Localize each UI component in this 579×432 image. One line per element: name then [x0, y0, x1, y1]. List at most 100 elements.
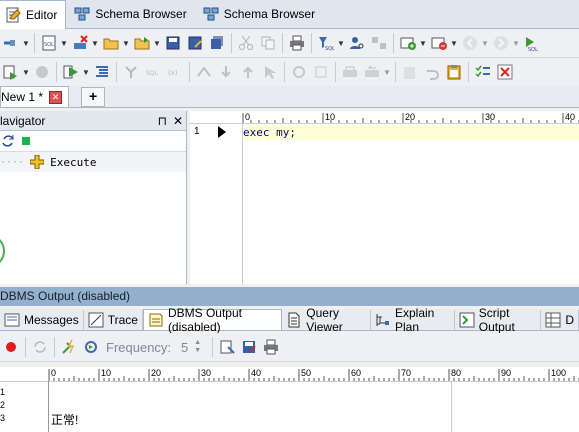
frequency-spinner[interactable]: ▲ ▼ — [194, 339, 201, 355]
tab-dbms-output[interactable]: DBMS Output (disabled) — [142, 306, 283, 334]
commit-button[interactable] — [339, 61, 361, 83]
copy-button[interactable] — [257, 32, 279, 54]
tab-messages[interactable]: Messages — [0, 309, 84, 330]
spinner-up-icon[interactable]: ▲ — [194, 339, 201, 347]
main-toolbar-2: ▼ ▼ SQL (x) ▼ — [0, 58, 579, 87]
close-icon[interactable]: ✕ — [173, 114, 183, 128]
execute-cross-icon — [30, 155, 45, 169]
rollback-button[interactable] — [361, 61, 383, 83]
chevron-down-icon[interactable]: ▼ — [450, 39, 458, 48]
tab-schema-browser-2[interactable]: Schema Browser — [195, 1, 323, 28]
clear-output-button[interactable] — [216, 336, 238, 358]
auto-poll-button[interactable] — [58, 336, 80, 358]
undo-button[interactable] — [421, 61, 443, 83]
execute-script-button[interactable] — [0, 61, 22, 83]
chevron-down-icon[interactable]: ▼ — [337, 39, 345, 48]
save-button[interactable] — [162, 32, 184, 54]
describe-button[interactable] — [120, 61, 142, 83]
save-output-button[interactable] — [238, 336, 260, 358]
clear-button[interactable] — [69, 32, 91, 54]
step-icon — [197, 66, 211, 77]
print-button[interactable] — [286, 32, 308, 54]
pin-icon[interactable]: ⊓ — [158, 114, 167, 128]
folder-open-icon — [134, 37, 150, 50]
paste-button[interactable] — [399, 61, 421, 83]
new-sql-button[interactable]: SQL — [38, 32, 60, 54]
new-tab-button[interactable]: + — [81, 86, 106, 107]
refresh-icon[interactable] — [0, 133, 16, 149]
bind-vars-button[interactable]: (x) — [164, 61, 186, 83]
chevron-down-icon[interactable]: ▼ — [122, 39, 130, 48]
code-line-1[interactable]: exec my; — [243, 125, 579, 140]
checklist-button[interactable] — [472, 61, 494, 83]
chevron-down-icon[interactable]: ▼ — [91, 39, 99, 48]
output-text: 正常! — [51, 413, 79, 427]
connect-button[interactable] — [0, 32, 22, 54]
watch-button[interactable] — [310, 61, 332, 83]
back-button[interactable] — [459, 32, 481, 54]
step-into-button[interactable] — [215, 61, 237, 83]
print-output-button[interactable] — [260, 336, 282, 358]
tab-editor[interactable]: Editor — [0, 0, 67, 29]
tab-messages-label: Messages — [24, 312, 79, 327]
sql-filter-button[interactable]: SQL — [315, 32, 337, 54]
chevron-down-icon[interactable]: ▼ — [60, 39, 68, 48]
navigator-item-execute[interactable]: ···· Execute — [0, 152, 186, 172]
spinner-down-icon[interactable]: ▼ — [194, 347, 201, 355]
step-out-button[interactable] — [237, 61, 259, 83]
green-square-icon[interactable] — [22, 137, 30, 145]
poll-interval-button[interactable] — [80, 336, 102, 358]
query-builder-button[interactable] — [368, 32, 390, 54]
tab-data-grid[interactable]: D — [541, 309, 579, 330]
close-panel-button[interactable] — [494, 61, 516, 83]
clear-output-icon — [220, 340, 235, 354]
sql-recall-button[interactable]: SQL — [142, 61, 164, 83]
remove-connection-button[interactable] — [428, 32, 450, 54]
tree-connector: ···· — [0, 156, 25, 168]
tab-script-output[interactable]: Script Output — [455, 306, 542, 334]
refresh-output-button[interactable] — [29, 336, 51, 358]
tab-new-1[interactable]: New 1 * ✕ — [0, 86, 70, 107]
floating-action-icon[interactable] — [0, 233, 6, 269]
breakpoint-button[interactable] — [288, 61, 310, 83]
run-to-cursor-button[interactable] — [259, 61, 281, 83]
forward-button[interactable] — [490, 32, 512, 54]
chevron-down-icon[interactable]: ▼ — [82, 68, 90, 77]
open-file-button[interactable] — [100, 32, 122, 54]
add-connection-button[interactable] — [397, 32, 419, 54]
execute-statement-button[interactable] — [60, 61, 82, 83]
open-recent-button[interactable] — [131, 32, 153, 54]
output-area[interactable]: 0 10 20 30 40 50 60 70 80 90 100 1 2 3 正常! — [0, 367, 579, 432]
user-lookup-button[interactable] — [346, 32, 368, 54]
step-over-button[interactable] — [193, 61, 215, 83]
stop-button[interactable] — [31, 61, 53, 83]
save-as-button[interactable] — [184, 32, 206, 54]
format-code-button[interactable] — [91, 61, 113, 83]
chevron-down-icon[interactable]: ▼ — [481, 39, 489, 48]
chevron-down-icon[interactable]: ▼ — [512, 39, 520, 48]
tab-trace-label: Trace — [107, 312, 138, 327]
tab-trace[interactable]: Trace — [84, 309, 143, 330]
close-tab-icon[interactable]: ✕ — [49, 90, 63, 104]
tab-query-viewer[interactable]: Query Viewer — [282, 306, 371, 334]
close-icon — [497, 64, 513, 80]
toolbar-separator — [34, 33, 35, 53]
tab-explain-plan[interactable]: Explain Plan — [371, 306, 455, 334]
sql-run-icon: SQL — [526, 37, 538, 51]
chevron-down-icon[interactable]: ▼ — [383, 68, 391, 77]
window-tab-bar: Editor Schema Browser Schema Browser — [0, 0, 579, 29]
tab-schema-browser-1[interactable]: Schema Browser — [66, 1, 194, 28]
sql-editor[interactable]: 0 10 20 30 40 1 exec my; — [190, 111, 579, 284]
chevron-down-icon[interactable]: ▼ — [153, 39, 161, 48]
navigator-header: lavigator ⊓ ✕ — [0, 111, 186, 131]
record-button[interactable] — [0, 336, 22, 358]
save-all-button[interactable] — [206, 32, 228, 54]
sql-run-button[interactable]: SQL — [521, 32, 543, 54]
frequency-value[interactable]: 5 — [181, 340, 188, 355]
chevron-down-icon[interactable]: ▼ — [419, 39, 427, 48]
navigator-title: lavigator — [0, 113, 46, 128]
clipboard-button[interactable] — [443, 61, 465, 83]
chevron-down-icon[interactable]: ▼ — [22, 39, 30, 48]
cut-button[interactable] — [235, 32, 257, 54]
chevron-down-icon[interactable]: ▼ — [22, 68, 30, 77]
